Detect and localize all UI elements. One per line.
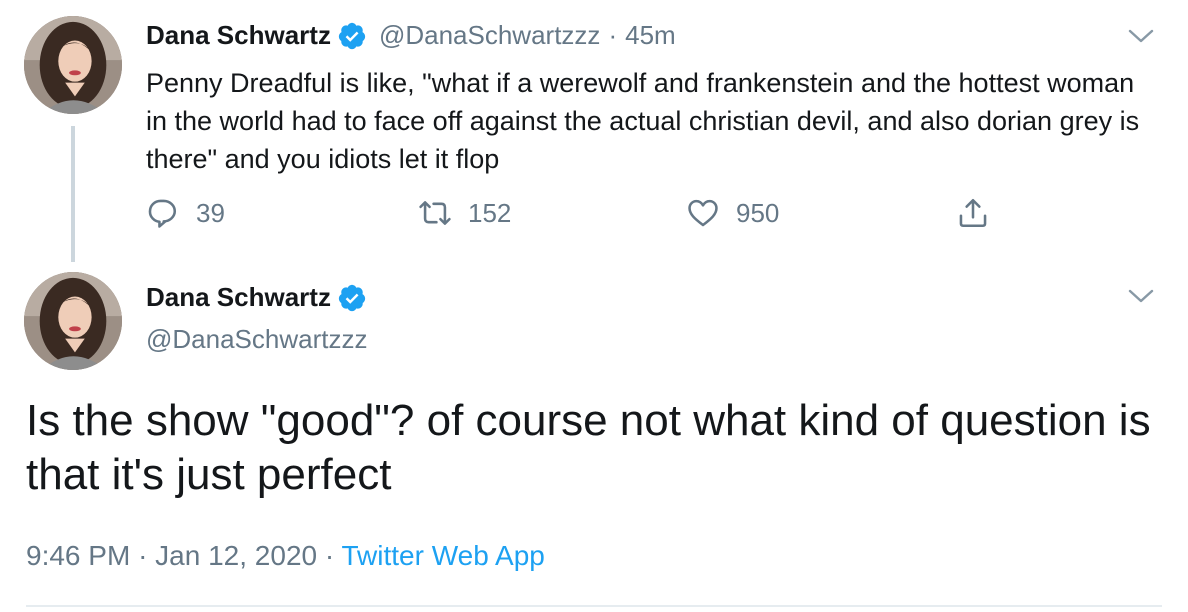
retweet-icon [418, 196, 452, 230]
like-icon [686, 196, 720, 230]
tweet-meta: 9:46 PM · Jan 12, 2020 · Twitter Web App [26, 540, 545, 572]
divider [26, 605, 1162, 607]
reply-button[interactable]: 39 [146, 196, 225, 230]
handle-row: @DanaSchwartzzz [146, 324, 367, 355]
like-count: 950 [736, 197, 780, 228]
author-name[interactable]: Dana Schwartz [146, 20, 331, 51]
verified-badge-icon [337, 283, 367, 313]
chevron-down-icon[interactable] [1128, 288, 1154, 304]
verified-badge-icon [337, 21, 367, 51]
author-handle[interactable]: @DanaSchwartzzz [146, 324, 367, 355]
retweet-button[interactable]: 152 [418, 196, 511, 230]
author-handle[interactable]: @DanaSchwartzzz [379, 20, 600, 51]
timestamp[interactable]: 45m [625, 20, 676, 51]
share-button[interactable] [956, 196, 990, 230]
avatar[interactable] [24, 16, 122, 114]
author-name[interactable]: Dana Schwartz [146, 282, 331, 313]
share-icon [956, 196, 990, 230]
thread-line [71, 126, 75, 262]
tweet-header: Dana Schwartz @DanaSchwartzzz · 45m [146, 20, 676, 51]
separator: · [608, 20, 618, 50]
reply-count: 39 [196, 197, 225, 228]
tweet-text: Penny Dreadful is like, "what if a werew… [146, 68, 1140, 174]
avatar[interactable] [24, 272, 122, 370]
tweet-date[interactable]: Jan 12, 2020 [155, 540, 317, 571]
reply-icon [146, 196, 180, 230]
separator: · [324, 540, 335, 571]
tweet-header: Dana Schwartz [146, 282, 367, 313]
tweet-text: Is the show "good"? of course not what k… [26, 396, 1151, 499]
retweet-count: 152 [468, 197, 512, 228]
separator: · [138, 540, 148, 571]
chevron-down-icon[interactable] [1128, 28, 1154, 44]
tweet-time[interactable]: 9:46 PM [26, 540, 130, 571]
like-button[interactable]: 950 [686, 196, 779, 230]
source-link[interactable]: Twitter Web App [341, 540, 544, 571]
